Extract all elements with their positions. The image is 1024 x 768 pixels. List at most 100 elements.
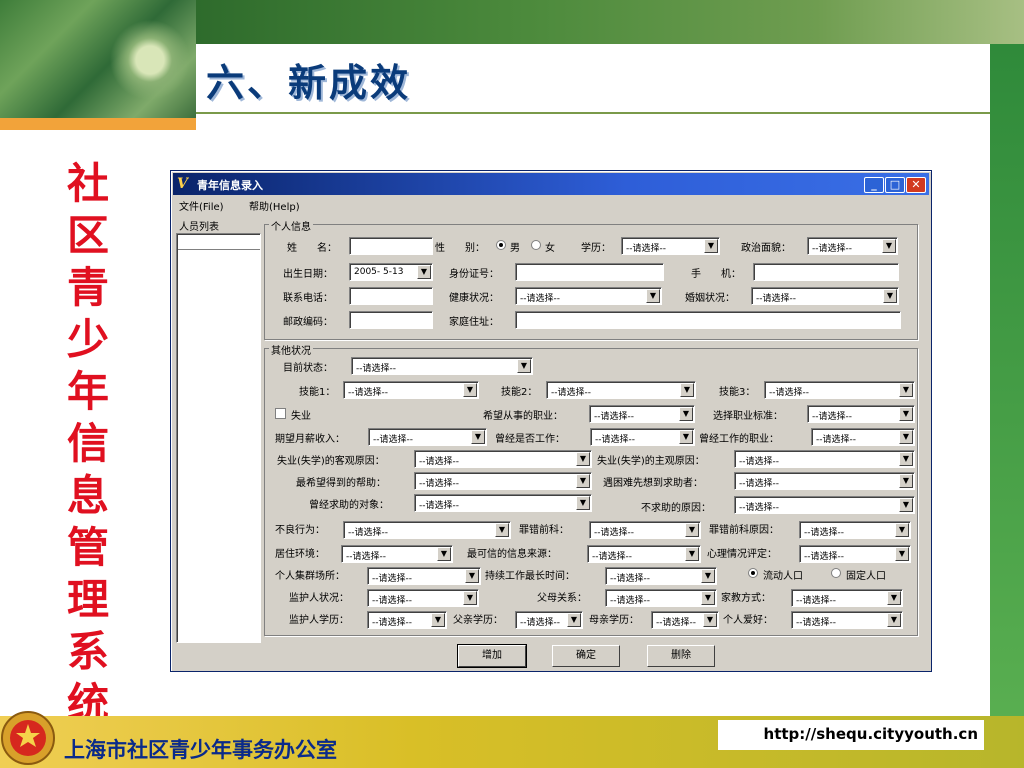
marital-select[interactable]: --请选择-- ▼	[751, 287, 899, 305]
chevron-down-icon: ▼	[685, 523, 699, 537]
marital-label: 婚姻状况：	[685, 293, 735, 304]
unemployed-checkbox[interactable]	[275, 408, 286, 419]
mother-edu-label: 母亲学历：	[589, 615, 639, 626]
parenting-select[interactable]: --请选择-- ▼	[791, 589, 903, 607]
status-select[interactable]: --请选择-- ▼	[351, 357, 533, 375]
job-criteria-select[interactable]: --请选择-- ▼	[807, 405, 915, 423]
person-list-item[interactable]	[178, 234, 260, 250]
minimize-button[interactable]: _	[864, 177, 884, 193]
expected-salary-value: --请选择--	[373, 435, 413, 445]
chevron-down-icon: ▼	[703, 613, 717, 627]
parent-relation-value: --请选择--	[610, 596, 650, 606]
info-source-select[interactable]: --请选择-- ▼	[587, 545, 701, 563]
past-job-select[interactable]: --请选择-- ▼	[811, 428, 915, 446]
phone-input[interactable]	[349, 287, 433, 305]
politics-value: --请选择--	[812, 244, 852, 254]
chevron-down-icon: ▼	[495, 523, 509, 537]
menu-file[interactable]: 文件(File)	[179, 198, 224, 213]
chevron-down-icon: ▼	[463, 591, 477, 605]
subjective-reason-select[interactable]: --请选择-- ▼	[734, 450, 915, 468]
objective-reason-select[interactable]: --请选择-- ▼	[414, 450, 592, 468]
right-green-band	[990, 44, 1024, 768]
gathering-value: --请选择--	[372, 574, 412, 584]
delete-button[interactable]: 删除	[647, 645, 715, 667]
worked-before-select[interactable]: --请选择-- ▼	[590, 428, 695, 446]
floating-population-radio[interactable]	[748, 568, 758, 578]
difficulty-contact-select[interactable]: --请选择-- ▼	[734, 472, 915, 490]
status-value: --请选择--	[356, 364, 396, 374]
birth-date-picker[interactable]: 2005- 5-13 ▼	[349, 263, 433, 281]
expected-salary-label: 期望月薪收入：	[275, 434, 345, 445]
skill3-select[interactable]: --请选择-- ▼	[764, 381, 915, 399]
mobile-label: 手 机：	[691, 269, 741, 280]
politics-select[interactable]: --请选择-- ▼	[807, 237, 898, 255]
difficulty-contact-value: --请选择--	[739, 479, 779, 489]
living-env-select[interactable]: --请选择-- ▼	[341, 545, 453, 563]
bad-behavior-select[interactable]: --请选择-- ▼	[343, 521, 511, 539]
chevron-down-icon: ▼	[899, 430, 913, 444]
birth-label: 出生日期：	[283, 269, 333, 280]
skill1-label: 技能1：	[299, 387, 336, 398]
footer-url[interactable]: http://shequ.cityyouth.cn	[718, 720, 984, 750]
no-help-reason-select[interactable]: --请选择-- ▼	[734, 496, 915, 514]
personal-info-label: 个人信息	[269, 218, 313, 233]
confirm-button[interactable]: 确定	[552, 645, 620, 667]
longest-work-label: 持续工作最长时间：	[485, 571, 575, 582]
mother-edu-select[interactable]: --请选择-- ▼	[651, 611, 719, 629]
crime-label: 罪错前科：	[519, 525, 569, 536]
birth-value: 2005- 5-13	[354, 267, 404, 277]
skill2-select[interactable]: --请选择-- ▼	[546, 381, 696, 399]
phone-label: 联系电话：	[283, 293, 333, 304]
guardian-edu-select[interactable]: --请选择-- ▼	[367, 611, 447, 629]
difficulty-contact-label: 遇困难先想到求助者：	[603, 478, 703, 489]
health-select[interactable]: --请选择-- ▼	[515, 287, 662, 305]
education-select[interactable]: --请选择-- ▼	[621, 237, 720, 255]
chevron-down-icon: ▼	[576, 474, 590, 488]
vertical-title: 社区青少年信息管理系统	[66, 159, 109, 728]
fixed-population-radio[interactable]	[831, 568, 841, 578]
past-job-value: --请选择--	[816, 435, 856, 445]
sought-help-select[interactable]: --请选择-- ▼	[414, 494, 592, 512]
close-button[interactable]: ✕	[906, 177, 926, 193]
father-edu-select[interactable]: --请选择-- ▼	[515, 611, 583, 629]
zip-input[interactable]	[349, 311, 433, 329]
chevron-down-icon: ▼	[887, 613, 901, 627]
longest-work-select[interactable]: --请选择-- ▼	[605, 567, 717, 585]
add-button[interactable]: 增加	[457, 644, 527, 668]
address-label: 家庭住址：	[449, 317, 499, 328]
other-status-label: 其他状况	[269, 342, 313, 357]
skill1-select[interactable]: --请选择-- ▼	[343, 381, 479, 399]
help-wanted-select[interactable]: --请选择-- ▼	[414, 472, 592, 490]
marital-value: --请选择--	[756, 294, 796, 304]
male-radio[interactable]	[496, 240, 506, 250]
mental-select[interactable]: --请选择-- ▼	[799, 545, 911, 563]
worked-before-label: 曾经是否工作：	[495, 434, 565, 445]
desired-job-value: --请选择--	[594, 412, 634, 422]
crime-reason-label: 罪错前科原因：	[709, 525, 779, 536]
parent-relation-select[interactable]: --请选择-- ▼	[605, 589, 717, 607]
objective-reason-label: 失业(失学)的客观原因：	[277, 456, 385, 467]
female-radio[interactable]	[531, 240, 541, 250]
chevron-down-icon: ▼	[646, 289, 660, 303]
address-input[interactable]	[515, 311, 901, 329]
hobby-select[interactable]: --请选择-- ▼	[791, 611, 903, 629]
guardian-status-select[interactable]: --请选择-- ▼	[367, 589, 479, 607]
skill1-value: --请选择--	[348, 388, 388, 398]
crime-select[interactable]: --请选择-- ▼	[589, 521, 701, 539]
health-value: --请选择--	[520, 294, 560, 304]
person-list[interactable]	[176, 233, 261, 643]
name-input[interactable]	[349, 237, 433, 255]
guardian-status-value: --请选择--	[372, 596, 412, 606]
maximize-button[interactable]: □	[885, 177, 905, 193]
help-wanted-value: --请选择--	[419, 479, 459, 489]
gathering-select[interactable]: --请选择-- ▼	[367, 567, 481, 585]
desired-job-select[interactable]: --请选择-- ▼	[589, 405, 695, 423]
id-input[interactable]	[515, 263, 664, 281]
menu-help[interactable]: 帮助(Help)	[249, 198, 300, 213]
expected-salary-select[interactable]: --请选择-- ▼	[368, 428, 487, 446]
mobile-input[interactable]	[753, 263, 899, 281]
menu-bar: 文件(File) 帮助(Help)	[173, 197, 929, 213]
title-bar[interactable]: V 青年信息录入 _ □ ✕	[173, 173, 929, 195]
parenting-label: 家教方式：	[721, 593, 771, 604]
crime-reason-select[interactable]: --请选择-- ▼	[799, 521, 911, 539]
